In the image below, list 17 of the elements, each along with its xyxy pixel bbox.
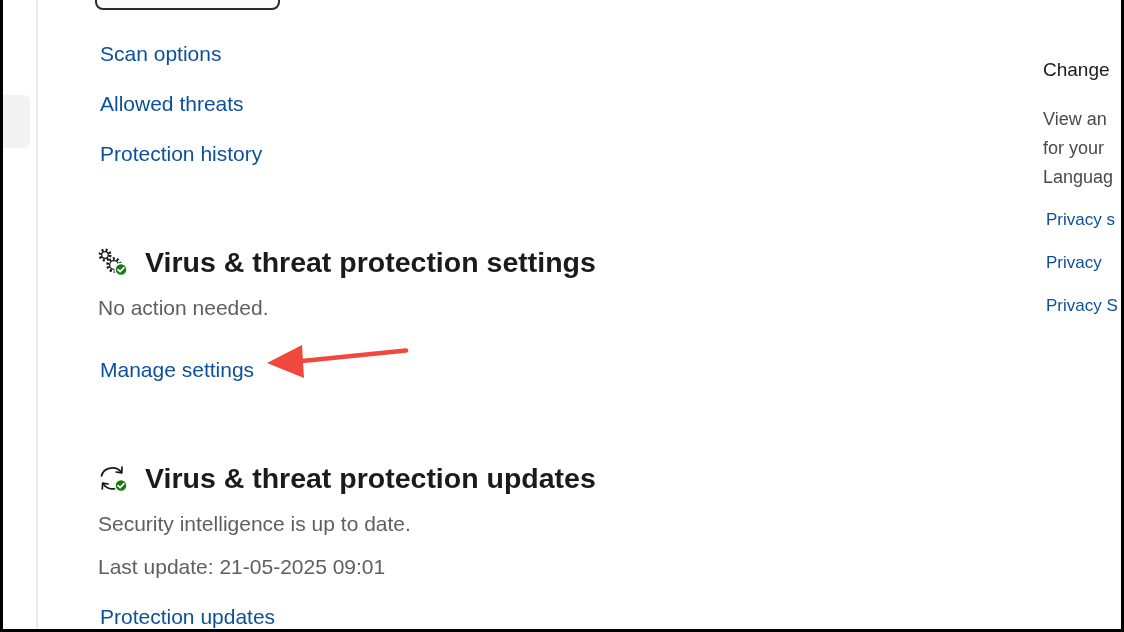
gears-check-icon xyxy=(98,248,128,276)
nav-link[interactable]: Protection history xyxy=(100,142,263,166)
privacy-link[interactable]: Privacy s xyxy=(1046,208,1115,232)
panel-title: Change xyxy=(1043,58,1110,82)
privacy-link[interactable]: Privacy xyxy=(1046,251,1102,275)
section-link[interactable]: Protection updates xyxy=(100,605,276,629)
status-text: Security intelligence is up to date. xyxy=(98,512,411,536)
nav-link[interactable]: Allowed threats xyxy=(100,92,244,116)
privacy-link[interactable]: Privacy S xyxy=(1046,294,1118,318)
section-title: Virus & threat protection settings xyxy=(145,245,596,279)
sync-check-icon xyxy=(98,464,128,492)
nav-link[interactable]: Scan options xyxy=(100,42,222,66)
panel-description: View an for your Languag xyxy=(1043,108,1114,189)
section-title: Virus & threat protection updates xyxy=(145,461,596,495)
status-text: No action needed. xyxy=(98,296,269,320)
status-text: Last update: 21-05-2025 09:01 xyxy=(98,555,387,579)
section-link[interactable]: Manage settings xyxy=(100,358,255,382)
